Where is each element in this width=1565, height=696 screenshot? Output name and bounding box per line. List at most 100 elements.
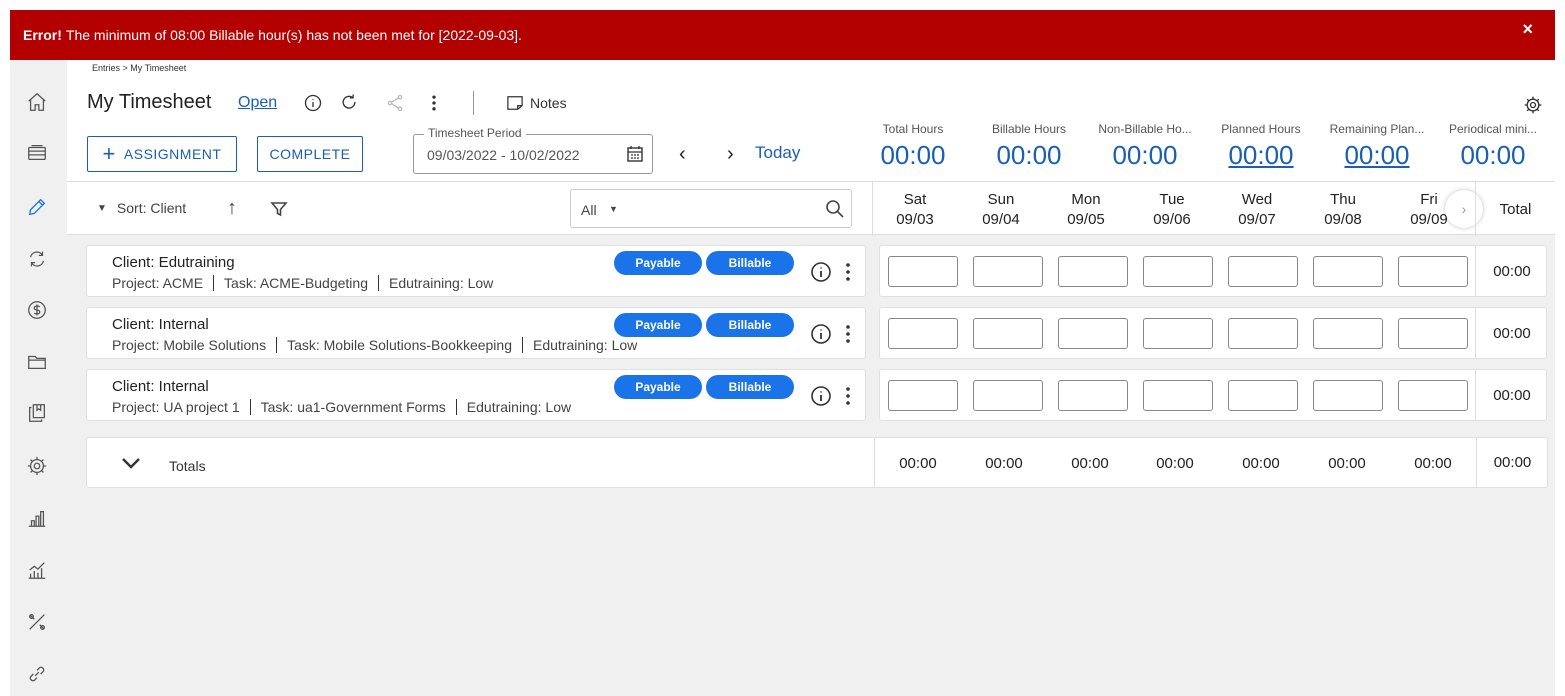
timeline-icon[interactable] <box>24 140 50 166</box>
dollar-icon[interactable] <box>24 297 50 323</box>
trend-chart-icon[interactable] <box>24 557 50 583</box>
close-icon[interactable]: × <box>1522 19 1533 40</box>
billable-badge: Billable <box>706 375 794 399</box>
hour-input-sat[interactable] <box>888 256 958 287</box>
caret-down-icon[interactable]: ▼ <box>609 204 618 214</box>
row-project: Project: Mobile Solutions <box>112 337 267 353</box>
bar-chart-icon[interactable] <box>24 505 50 531</box>
payable-badge: Payable <box>614 375 702 399</box>
total-sat: 00:00 <box>899 455 937 472</box>
hour-input-thu[interactable] <box>1313 256 1383 287</box>
assignment-row[interactable]: Client: Internal Project: UA project 1 T… <box>86 369 866 421</box>
hour-input-tue[interactable] <box>1143 380 1213 411</box>
calendar-icon[interactable] <box>626 145 644 163</box>
filter-search-box[interactable]: All ▼ <box>570 189 852 228</box>
notes-button[interactable]: Notes <box>506 92 567 114</box>
hour-input-wed[interactable] <box>1228 380 1298 411</box>
hour-input-wed[interactable] <box>1228 318 1298 349</box>
sort-dropdown[interactable]: ▼ Sort: Client <box>97 200 186 216</box>
main-content: Entries > My Timesheet My Timesheet Open… <box>67 60 1555 696</box>
home-icon[interactable] <box>24 89 50 115</box>
search-icon[interactable] <box>825 199 845 219</box>
total-fri: 00:00 <box>1414 455 1452 472</box>
chevron-down-icon[interactable] <box>120 452 142 474</box>
error-label: Error! <box>23 27 62 43</box>
link-icon[interactable] <box>24 661 50 687</box>
summary-planned-hours[interactable]: Planned Hours 00:00 <box>1201 122 1321 171</box>
hour-input-mon[interactable] <box>1058 318 1128 349</box>
hour-input-mon[interactable] <box>1058 380 1128 411</box>
previous-period-icon[interactable]: ‹ <box>679 143 686 166</box>
assignment-row[interactable]: Client: Internal Project: Mobile Solutio… <box>86 307 866 359</box>
documents-icon[interactable] <box>24 400 50 426</box>
page-title: My Timesheet <box>87 91 212 113</box>
row-task: Task: ua1-Government Forms <box>249 399 456 415</box>
settings-gear-icon[interactable] <box>1521 93 1545 117</box>
more-vertical-icon[interactable] <box>422 91 446 115</box>
status-link[interactable]: Open <box>238 94 277 112</box>
summary-remaining-planned[interactable]: Remaining Plan... 00:00 <box>1317 122 1437 171</box>
hour-input-sat[interactable] <box>888 380 958 411</box>
info-icon[interactable] <box>301 91 325 115</box>
filter-select-value[interactable]: All <box>581 202 597 218</box>
row-project: Project: ACME <box>112 275 204 291</box>
row-client: Client: Internal <box>112 316 209 333</box>
tools-icon[interactable] <box>24 609 50 635</box>
totals-row: Totals 00:00 00:00 00:00 00:00 00:00 00:… <box>86 437 1548 488</box>
day-header-wed: Wed 09/07 <box>1238 191 1276 228</box>
hour-input-fri[interactable] <box>1398 256 1468 287</box>
row-tag: Edutraining: Low <box>378 275 503 291</box>
hour-input-wed[interactable] <box>1228 256 1298 287</box>
today-link[interactable]: Today <box>755 143 800 163</box>
row-total: 00:00 <box>1475 370 1548 420</box>
billable-badge: Billable <box>706 313 794 337</box>
hour-input-sun[interactable] <box>973 380 1043 411</box>
more-vertical-icon[interactable] <box>837 261 859 283</box>
pencil-icon[interactable] <box>24 194 50 220</box>
hour-input-fri[interactable] <box>1398 318 1468 349</box>
more-vertical-icon[interactable] <box>837 323 859 345</box>
hour-input-tue[interactable] <box>1143 318 1213 349</box>
complete-label: COMPLETE <box>269 146 351 162</box>
info-icon[interactable] <box>810 323 832 345</box>
error-banner: Error! The minimum of 08:00 Billable hou… <box>10 10 1555 60</box>
day-header-tue: Tue 09/06 <box>1153 191 1191 228</box>
sync-icon[interactable] <box>24 246 50 272</box>
hour-input-thu[interactable] <box>1313 380 1383 411</box>
folder-icon[interactable] <box>24 349 50 375</box>
refresh-icon[interactable] <box>337 90 361 114</box>
row-tag: Edutraining: Low <box>455 399 581 415</box>
row-meta: Project: Mobile Solutions Task: Mobile S… <box>112 337 647 353</box>
hour-input-sun[interactable] <box>973 256 1043 287</box>
grid-header: ▼ Sort: Client ↑ All ▼ Sat 09/03 Sun 09/04… <box>67 181 1555 236</box>
row-meta: Project: UA project 1 Task: ua1-Governme… <box>112 399 581 415</box>
day-header-thu: Thu 09/08 <box>1324 191 1362 228</box>
sort-direction-arrow-up-icon[interactable]: ↑ <box>227 197 237 220</box>
totals-label: Totals <box>169 458 206 474</box>
hour-input-sun[interactable] <box>973 318 1043 349</box>
timesheet-period-field[interactable]: Timesheet Period 09/03/2022 - 10/02/2022 <box>413 126 653 174</box>
hour-input-fri[interactable] <box>1398 380 1468 411</box>
row-total: 00:00 <box>1475 246 1548 296</box>
summary-non-billable-hours: Non-Billable Ho... 00:00 <box>1098 122 1192 170</box>
caret-down-icon: ▼ <box>97 202 107 214</box>
info-icon[interactable] <box>810 261 832 283</box>
hour-input-mon[interactable] <box>1058 256 1128 287</box>
gear-icon[interactable] <box>24 453 50 479</box>
next-period-icon[interactable]: › <box>727 143 734 166</box>
filter-icon[interactable] <box>269 199 289 219</box>
hour-input-sat[interactable] <box>888 318 958 349</box>
hour-input-tue[interactable] <box>1143 256 1213 287</box>
notes-label: Notes <box>530 95 567 111</box>
more-vertical-icon[interactable] <box>837 385 859 407</box>
info-icon[interactable] <box>810 385 832 407</box>
hour-input-thu[interactable] <box>1313 318 1383 349</box>
assignment-row[interactable]: Client: Edutraining Project: ACME Task: … <box>86 245 866 297</box>
row-total: 00:00 <box>1475 308 1548 358</box>
divider <box>473 91 474 115</box>
add-assignment-button[interactable]: + ASSIGNMENT <box>87 136 237 172</box>
share-icon[interactable] <box>383 91 407 115</box>
complete-button[interactable]: COMPLETE <box>257 136 363 172</box>
breadcrumb[interactable]: Entries > My Timesheet <box>92 63 186 73</box>
payable-badge: Payable <box>614 251 702 275</box>
